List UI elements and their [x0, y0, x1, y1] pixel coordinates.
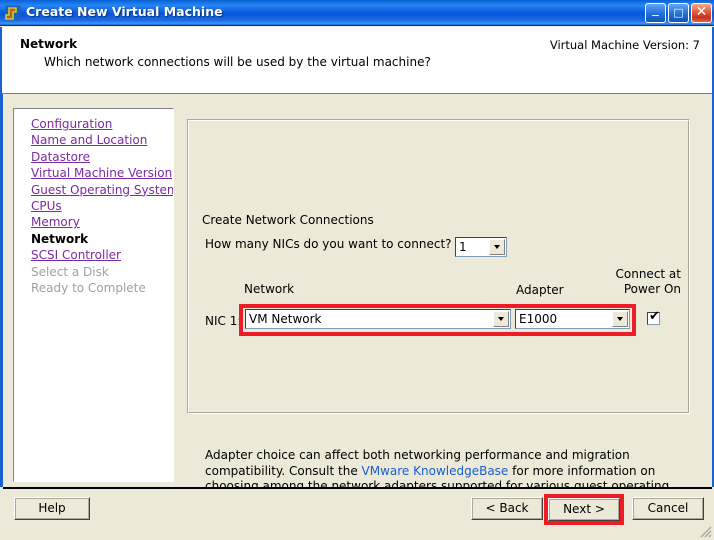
- help-button[interactable]: Help: [14, 497, 90, 520]
- maximize-button[interactable]: □: [668, 3, 689, 23]
- sidebar-item-select-a-disk: Select a Disk: [31, 264, 109, 279]
- wizard-header: Network Which network connections will b…: [2, 27, 712, 94]
- sidebar-item-memory[interactable]: Memory: [31, 214, 173, 230]
- title-bar: Create New Virtual Machine _ □ ✕: [0, 0, 714, 26]
- minimize-icon: _: [652, 2, 659, 17]
- column-header-connect-at-power-on: Connect at Power On: [603, 267, 682, 296]
- sidebar-item-virtual-machine-version[interactable]: Virtual Machine Version: [31, 165, 173, 181]
- page-title: Network: [20, 37, 78, 51]
- cancel-button-label: Cancel: [647, 501, 689, 515]
- close-icon: ✕: [695, 4, 708, 20]
- resize-grip[interactable]: [698, 524, 712, 538]
- chevron-down-icon[interactable]: [489, 239, 505, 255]
- adapter-dropdown[interactable]: E1000: [515, 309, 630, 329]
- nic-count-value: 1: [459, 240, 467, 254]
- column-header-network: Network: [244, 282, 295, 296]
- sidebar-item-scsi-controller[interactable]: SCSI Controller: [31, 247, 173, 263]
- nic-count-dropdown[interactable]: 1: [455, 237, 507, 257]
- create-new-virtual-machine-window: Create New Virtual Machine _ □ ✕ Network…: [0, 0, 714, 540]
- vmware-knowledgebase-link[interactable]: VMware KnowledgeBase: [362, 464, 509, 478]
- sidebar-item-datastore[interactable]: Datastore: [31, 149, 173, 165]
- wizard-body: Configuration Name and Location Datastore V…: [3, 95, 712, 509]
- adapter-value: E1000: [519, 312, 558, 326]
- network-dropdown[interactable]: VM Network: [245, 309, 511, 329]
- back-button-label: < Back: [485, 501, 529, 515]
- nic-count-label: How many NICs do you want to connect?: [205, 237, 452, 251]
- nic-row-label: NIC 1:: [205, 314, 242, 328]
- cancel-button[interactable]: Cancel: [632, 497, 704, 520]
- sidebar-item-network: Network: [31, 231, 89, 246]
- help-button-label: Help: [38, 501, 66, 515]
- next-button-label: Next >: [563, 502, 605, 516]
- sidebar-item-cpus[interactable]: CPUs: [31, 198, 173, 214]
- page-subtitle: Which network connections will be used b…: [44, 55, 431, 69]
- close-button[interactable]: ✕: [691, 3, 712, 23]
- groupbox-legend: Create Network Connections: [199, 213, 377, 227]
- connect-at-power-on-line2: Power On: [623, 281, 681, 296]
- connect-at-power-on-checkbox[interactable]: ✔: [647, 309, 660, 325]
- sidebar-item-name-and-location[interactable]: Name and Location: [31, 132, 173, 148]
- sidebar-item-list: Configuration Name and Location Datastore V…: [14, 109, 173, 296]
- checkmark-icon: ✔: [649, 309, 660, 324]
- sidebar-item-ready-to-complete: Ready to Complete: [31, 281, 146, 296]
- window-title: Create New Virtual Machine: [26, 4, 223, 19]
- column-header-adapter: Adapter: [516, 283, 564, 297]
- wizard-step-sidebar: Configuration Name and Location Datastore V…: [13, 108, 174, 482]
- minimize-button[interactable]: _: [645, 3, 666, 23]
- chevron-down-icon[interactable]: [612, 311, 628, 327]
- vm-window-icon: [5, 5, 21, 21]
- vm-version-label: Virtual Machine Version: 7: [549, 38, 700, 52]
- sidebar-item-configuration[interactable]: Configuration: [31, 116, 173, 132]
- next-button[interactable]: Next >: [548, 498, 620, 521]
- network-value: VM Network: [249, 312, 322, 326]
- back-button[interactable]: < Back: [471, 497, 543, 520]
- chevron-down-icon[interactable]: [493, 311, 509, 327]
- maximize-icon: □: [673, 6, 684, 19]
- sidebar-item-guest-operating-system[interactable]: Guest Operating System: [31, 182, 173, 198]
- connect-at-power-on-line1: Connect at: [615, 267, 682, 281]
